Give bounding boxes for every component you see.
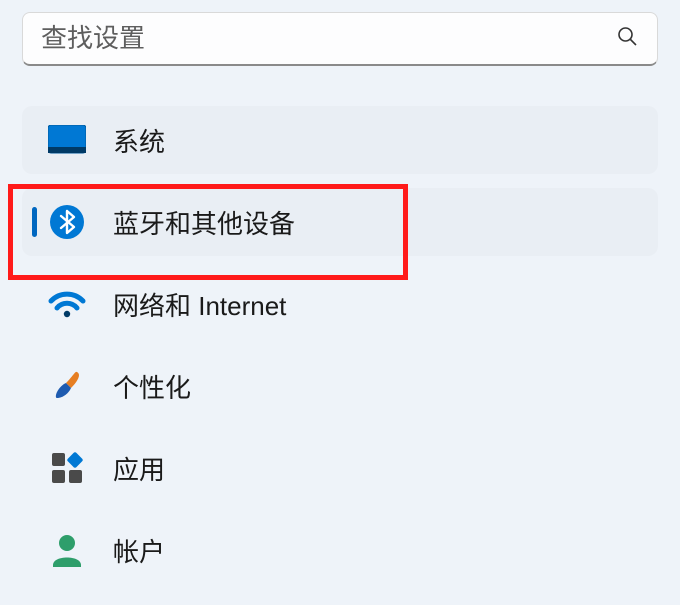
search-box[interactable] — [22, 12, 658, 66]
nav-item-label: 应用 — [113, 450, 165, 487]
search-icon — [615, 24, 639, 53]
nav-item-accounts[interactable]: 帐户 — [22, 516, 658, 584]
system-icon — [47, 120, 87, 160]
nav-item-label: 蓝牙和其他设备 — [113, 204, 295, 241]
nav-item-personalization[interactable]: 个性化 — [22, 352, 658, 420]
wifi-icon — [47, 284, 87, 324]
nav-item-label: 个性化 — [113, 368, 191, 405]
nav-item-apps[interactable]: 应用 — [22, 434, 658, 502]
nav-item-label: 帐户 — [113, 532, 165, 569]
bluetooth-icon — [47, 202, 87, 242]
nav-item-network[interactable]: 网络和 Internet — [22, 270, 658, 338]
nav-item-label: 网络和 Internet — [113, 286, 286, 323]
paintbrush-icon — [47, 366, 87, 406]
selection-accent — [32, 207, 37, 237]
apps-icon — [47, 448, 87, 488]
nav-item-label: 系统 — [113, 122, 165, 159]
nav-item-bluetooth[interactable]: 蓝牙和其他设备 — [22, 188, 658, 256]
nav-item-system[interactable]: 系统 — [22, 106, 658, 174]
settings-nav: 系统 蓝牙和其他设备 网络和 Internet — [0, 66, 680, 584]
search-container — [0, 0, 680, 66]
person-icon — [47, 530, 87, 570]
search-input[interactable] — [41, 23, 615, 54]
